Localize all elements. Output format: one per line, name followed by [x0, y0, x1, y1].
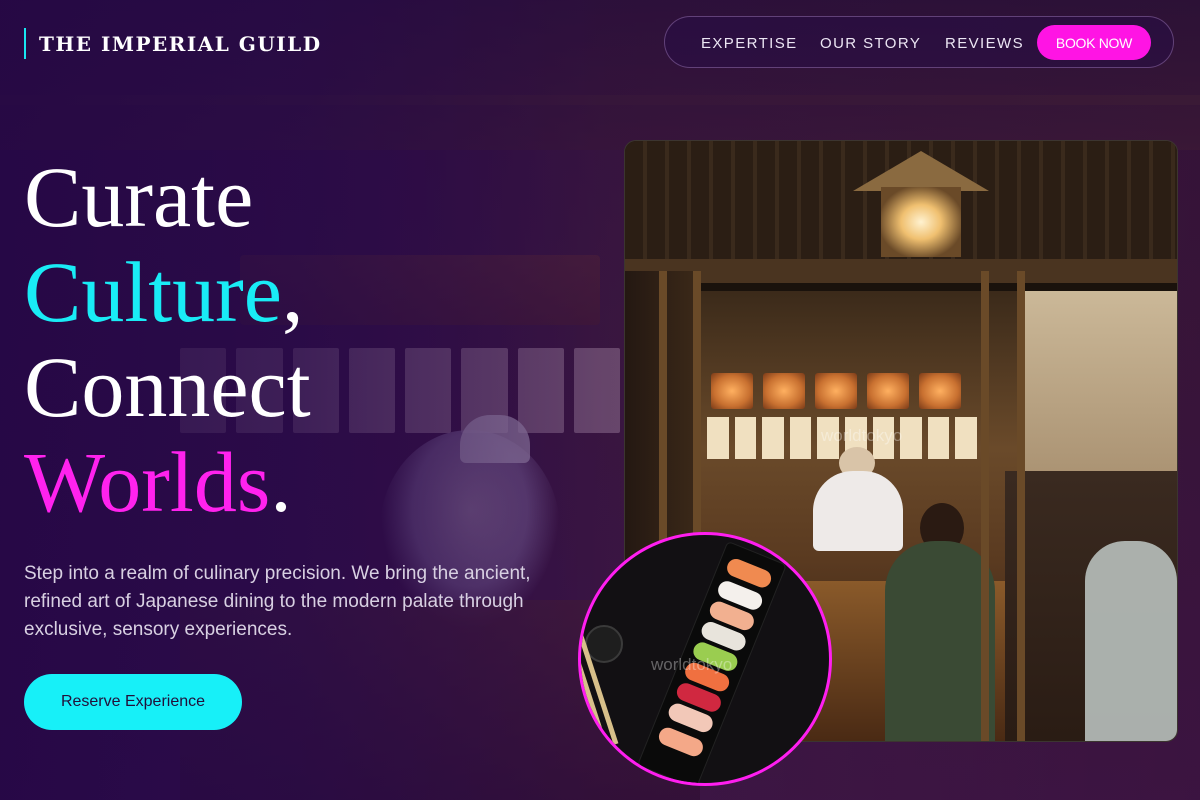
hero-headline: Curate Culture, Connect Worlds. [24, 150, 311, 530]
page: THE IMPERIAL GUILD EXPERTISE OUR STORY R… [0, 0, 1200, 800]
headline-line-2: Culture, [24, 245, 311, 340]
hero-description: Step into a realm of culinary precision.… [24, 563, 531, 640]
headline-line-3: Connect [24, 339, 311, 435]
sushi-watermark: worldtokyo [651, 655, 733, 674]
nav-link-reviews[interactable]: REVIEWS [945, 17, 1024, 69]
photo-watermark: worldtokyo [821, 426, 903, 445]
site-logo[interactable]: THE IMPERIAL GUILD [24, 28, 322, 59]
diner [1085, 541, 1177, 741]
shrine [853, 151, 989, 261]
reserve-experience-button[interactable]: Reserve Experience [24, 674, 242, 730]
headline-line-4: Worlds. [24, 435, 311, 530]
headline-comma: , [281, 244, 304, 340]
headline-line-1: Curate [24, 149, 254, 245]
main-nav: EXPERTISE OUR STORY REVIEWS BOOK NOW [664, 16, 1174, 68]
nav-link-our-story[interactable]: OUR STORY [820, 17, 921, 69]
lanterns [711, 373, 961, 409]
book-now-button[interactable]: BOOK NOW [1037, 25, 1151, 60]
noren-curtain [1025, 291, 1177, 491]
nav-link-expertise[interactable]: EXPERTISE [701, 17, 798, 69]
chef [813, 471, 903, 551]
headline-period: . [270, 434, 292, 530]
diner [885, 541, 995, 741]
sushi-photo: worldtokyo [578, 532, 832, 786]
headline-word-worlds: Worlds [24, 434, 271, 530]
headline-word-culture: Culture [24, 244, 282, 340]
